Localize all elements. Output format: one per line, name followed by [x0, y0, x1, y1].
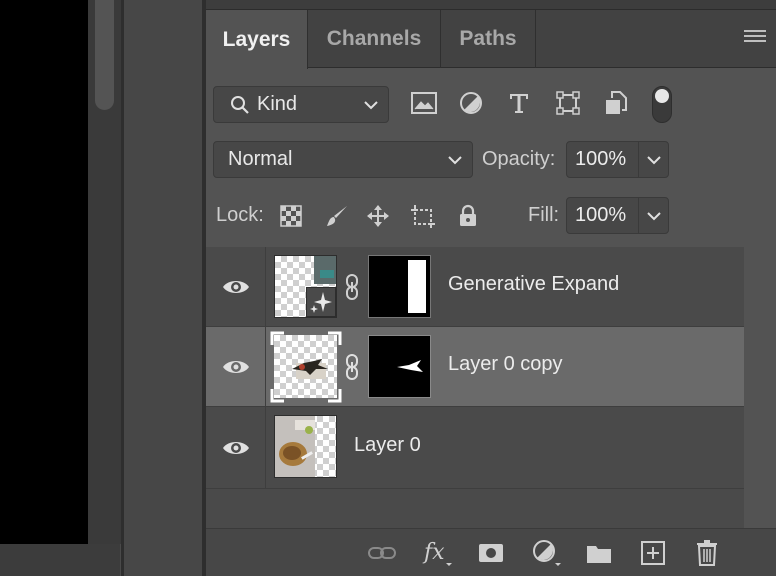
lock-label: Lock:	[216, 204, 264, 226]
panel-tabs: Layers Channels Paths	[206, 10, 776, 69]
layers-bottom-toolbar: fx	[206, 528, 776, 576]
layer-name[interactable]: Layer 0	[354, 434, 421, 457]
tab-channels[interactable]: Channels	[308, 10, 441, 68]
panel-gutter	[124, 0, 202, 576]
tab-layers[interactable]: Layers	[206, 10, 308, 69]
svg-text:fx: fx	[422, 540, 445, 565]
link-layers-icon[interactable]	[367, 539, 397, 567]
chevron-down-icon[interactable]	[645, 207, 663, 225]
layer-name[interactable]: Generative Expand	[448, 273, 619, 296]
panel-menu-icon[interactable]	[744, 30, 766, 48]
selected-thumbnail-frame	[270, 331, 342, 403]
layer-thumbnail[interactable]	[274, 415, 337, 478]
chevron-down-icon[interactable]	[645, 151, 663, 169]
filter-kind-select[interactable]: Kind	[213, 86, 389, 123]
visibility-toggle[interactable]	[206, 327, 266, 407]
layers-scroll-area	[744, 247, 776, 528]
layer-thumbnail[interactable]	[274, 255, 337, 318]
fx-icon[interactable]: fx	[422, 539, 452, 567]
lock-position-icon[interactable]	[365, 203, 391, 229]
filter-toggle-switch[interactable]	[652, 86, 672, 123]
new-layer-icon[interactable]	[638, 539, 668, 567]
blend-mode-select[interactable]: Normal	[213, 141, 473, 178]
layers-list: Generative Expand Layer 0 copy Layer 0	[206, 247, 744, 490]
layers-panel: Layers Channels Paths Kind Normal Opacit…	[206, 0, 776, 576]
tab-label: Channels	[326, 27, 422, 50]
image-filter-icon[interactable]	[410, 89, 438, 117]
layers-empty-area	[206, 490, 744, 528]
blend-mode-value: Normal	[228, 148, 293, 170]
chain-link-icon[interactable]	[344, 273, 360, 301]
opacity-label: Opacity:	[482, 148, 556, 170]
chevron-down-icon	[364, 101, 378, 110]
visibility-toggle[interactable]	[206, 407, 266, 489]
eye-icon	[222, 281, 249, 293]
tab-label: Paths	[459, 27, 517, 50]
search-icon	[231, 96, 249, 114]
lock-all-icon[interactable]	[455, 203, 481, 229]
generative-sparkle-icon	[306, 287, 336, 317]
eye-icon	[222, 361, 249, 373]
opacity-value: 100%	[575, 148, 627, 170]
panel-header-bar	[206, 0, 776, 10]
lock-image-pixels-icon[interactable]	[324, 203, 350, 229]
lock-artboard-icon[interactable]	[410, 203, 436, 229]
chain-link-icon[interactable]	[344, 353, 360, 381]
layer-mask-thumbnail[interactable]	[368, 335, 431, 398]
field-separator	[638, 198, 639, 233]
adjustment-layer-icon[interactable]	[531, 539, 561, 567]
delete-icon[interactable]	[692, 539, 722, 567]
fill-value: 100%	[575, 204, 627, 226]
canvas-status-strip	[0, 544, 120, 576]
document-canvas[interactable]	[0, 0, 88, 544]
canvas-scroll-thumb[interactable]	[95, 0, 114, 110]
fill-field[interactable]: 100%	[566, 197, 669, 234]
layer-mask-thumbnail[interactable]	[368, 255, 431, 318]
eye-icon	[222, 442, 249, 454]
adjustment-filter-icon[interactable]	[457, 89, 485, 117]
type-filter-icon[interactable]	[505, 89, 533, 117]
field-separator	[638, 142, 639, 177]
smart-object-filter-icon[interactable]	[602, 89, 630, 117]
new-group-icon[interactable]	[584, 539, 614, 567]
layer-row-layer-0[interactable]: Layer 0	[206, 407, 744, 489]
tab-paths[interactable]: Paths	[441, 10, 536, 68]
visibility-toggle[interactable]	[206, 247, 266, 327]
layer-name[interactable]: Layer 0 copy	[448, 353, 563, 376]
add-mask-icon[interactable]	[476, 539, 506, 567]
layer-row-layer-0-copy[interactable]: Layer 0 copy	[206, 327, 744, 407]
filter-kind-label: Kind	[257, 93, 298, 115]
lock-transparent-pixels-icon[interactable]	[278, 203, 304, 229]
toggle-knob	[655, 89, 669, 103]
layer-row-generative-expand[interactable]: Generative Expand	[206, 247, 744, 327]
fill-label: Fill:	[528, 204, 560, 226]
tab-label: Layers	[222, 27, 291, 51]
chevron-down-icon	[448, 156, 462, 165]
shape-filter-icon[interactable]	[554, 89, 582, 117]
opacity-field[interactable]: 100%	[566, 141, 669, 178]
